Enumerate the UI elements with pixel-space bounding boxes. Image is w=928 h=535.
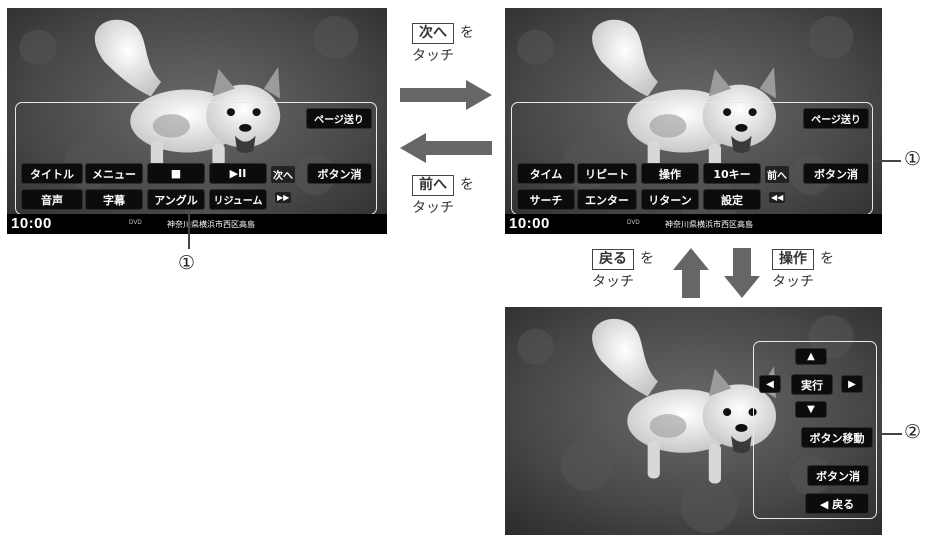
location-text: 神奈川県横浜市西区高島 bbox=[167, 220, 255, 229]
touch-text: タッチ bbox=[412, 48, 454, 64]
instruction-operation: 操作を タッチ bbox=[772, 248, 834, 294]
leader-line-2 bbox=[877, 433, 902, 435]
screen-2-playback-menu-page2: ページ送り タイム リピート 操作 10キー 前へ ボタン消 サーチ エンター … bbox=[505, 8, 882, 234]
source-label: DVD bbox=[129, 220, 142, 226]
location-text: 神奈川県横浜市西区高島 bbox=[665, 220, 753, 229]
leader-line-1a bbox=[188, 211, 190, 249]
arrow-left-icon bbox=[400, 133, 492, 163]
instruction-prev: 前へを タッチ bbox=[412, 174, 474, 220]
suffix-text: を bbox=[640, 251, 654, 267]
button-area-frame bbox=[511, 102, 873, 215]
status-bar: 10:00 DVD 神奈川県横浜市西区高島 bbox=[505, 214, 882, 234]
back-key-label: 戻る bbox=[592, 249, 634, 270]
instruction-back: 戻るを タッチ bbox=[592, 248, 654, 294]
button-area-frame bbox=[15, 102, 377, 215]
cursor-area-frame bbox=[753, 341, 877, 519]
instruction-next: 次へを タッチ bbox=[412, 22, 474, 68]
next-key-label: 次へ bbox=[412, 23, 454, 44]
touch-text: タッチ bbox=[412, 200, 454, 216]
prev-key-label: 前へ bbox=[412, 175, 454, 196]
touch-text: タッチ bbox=[772, 274, 814, 290]
callout-1b: ① bbox=[904, 148, 922, 170]
arrow-up-icon bbox=[673, 248, 709, 298]
callout-1a: ① bbox=[178, 252, 196, 274]
clock-text: 10:00 bbox=[11, 215, 52, 232]
status-bar: 10:00 DVD 神奈川県横浜市西区高島 bbox=[7, 214, 387, 234]
screen-3-cursor-operation: ▲ ◀ 実行 ▶ ▼ ボタン移動 ボタン消 ◀ 戻る bbox=[505, 307, 882, 535]
touch-text: タッチ bbox=[592, 274, 634, 290]
screen-1-playback-menu-page1: ページ送り タイトル メニュー ■ ▶II 次へ ボタン消 音声 字幕 アングル… bbox=[7, 8, 387, 234]
leader-line-1b bbox=[873, 160, 901, 162]
suffix-text: を bbox=[460, 25, 474, 41]
arrow-down-icon bbox=[724, 248, 760, 298]
suffix-text: を bbox=[820, 251, 834, 267]
suffix-text: を bbox=[460, 177, 474, 193]
source-label: DVD bbox=[627, 220, 640, 226]
clock-text: 10:00 bbox=[509, 215, 550, 232]
callout-2: ② bbox=[904, 421, 922, 443]
op-key-label: 操作 bbox=[772, 249, 814, 270]
arrow-right-icon bbox=[400, 80, 492, 110]
